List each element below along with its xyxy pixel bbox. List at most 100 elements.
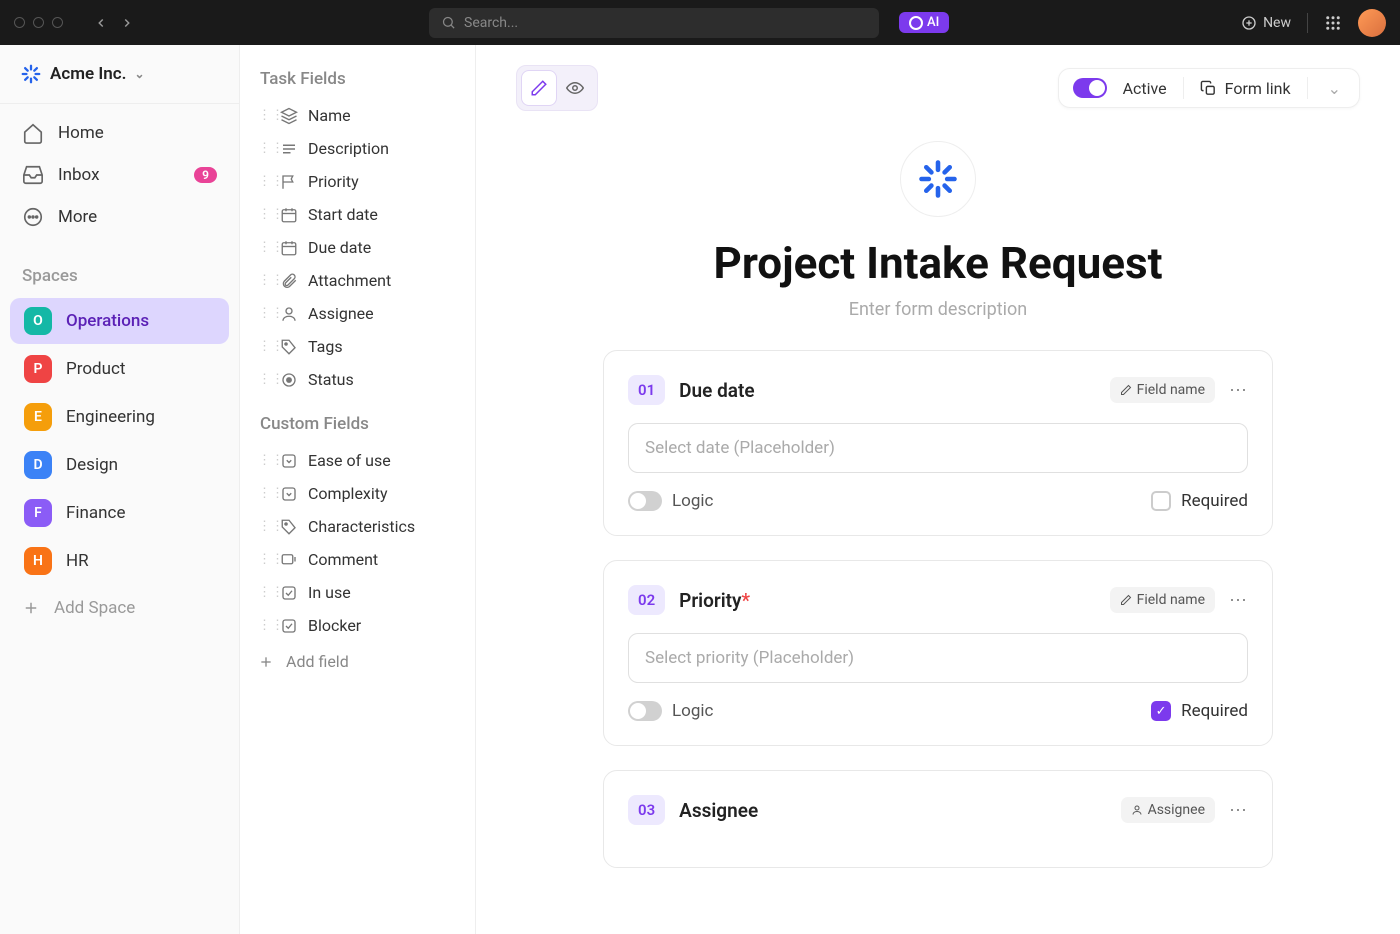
field-item-priority[interactable]: ⋮⋮ Priority [240,165,475,198]
controls-dropdown[interactable]: ⌄ [1324,79,1345,98]
drag-handle-icon[interactable]: ⋮⋮ [258,372,270,387]
form-canvas: Active Form link ⌄ Project Intake Reques… [476,45,1400,934]
drag-handle-icon[interactable]: ⋮⋮ [258,486,270,501]
avatar[interactable] [1358,9,1386,37]
back-button[interactable] [91,13,111,33]
add-field-button[interactable]: Add field [240,642,475,681]
drag-handle-icon[interactable]: ⋮⋮ [258,585,270,600]
sidebar-item-inbox[interactable]: Inbox 9 [10,154,229,196]
form-field-card[interactable]: 01 Due date Field name ⋯ Select date (Pl… [603,350,1273,536]
field-item-description[interactable]: ⋮⋮Description [240,132,475,165]
person-icon [1131,804,1143,816]
drag-handle-icon[interactable]: ⋮⋮ [258,618,270,633]
edit-mode-button[interactable] [521,70,557,106]
field-item-due-date[interactable]: ⋮⋮Due date [240,231,475,264]
sidebar-item-product[interactable]: PProduct [10,346,229,392]
form-link-button[interactable]: Form link [1200,79,1291,98]
add-space-button[interactable]: Add Space [0,586,239,630]
card-title[interactable]: Due date [679,379,754,402]
field-label: Priority [308,172,359,191]
required-label: Required [1181,491,1248,511]
workspace-name: Acme Inc. [50,64,126,84]
drag-handle-icon[interactable]: ⋮⋮ [258,108,270,123]
close-window-icon[interactable] [14,17,25,28]
field-item-tags[interactable]: ⋮⋮Tags [240,330,475,363]
search-placeholder: Search... [464,15,518,31]
field-label: Blocker [308,616,361,635]
sidebar-item-finance[interactable]: FFinance [10,490,229,536]
search-input[interactable]: Search... [429,8,879,38]
drag-handle-icon[interactable]: ⋮⋮ [258,207,270,222]
form-logo[interactable] [900,141,976,217]
drag-handle-icon[interactable]: ⋮⋮ [258,453,270,468]
required-checkbox[interactable] [1151,491,1171,511]
comment-icon [280,551,298,569]
field-name-chip[interactable]: Field name [1110,377,1215,403]
field-name-chip[interactable]: Field name [1110,587,1215,613]
logic-toggle[interactable] [628,491,662,511]
field-item-in-use[interactable]: ⋮⋮In use [240,576,475,609]
layers-icon [280,107,298,125]
field-item-attachment[interactable]: ⋮⋮ Attachment [240,264,475,297]
sidebar-item-design[interactable]: DDesign [10,442,229,488]
field-label: Status [308,370,354,389]
sidebar-item-engineering[interactable]: EEngineering [10,394,229,440]
drag-handle-icon[interactable]: ⋮⋮ [258,240,270,255]
field-item-status[interactable]: ⋮⋮ Status [240,363,475,396]
drag-handle-icon[interactable]: ⋮⋮ [258,306,270,321]
card-more-button[interactable]: ⋯ [1229,590,1248,611]
field-item-characteristics[interactable]: ⋮⋮Characteristics [240,510,475,543]
field-item-comment[interactable]: ⋮⋮Comment [240,543,475,576]
mode-toggle [516,65,598,111]
forward-button[interactable] [117,13,137,33]
card-title[interactable]: Priority* [679,589,750,612]
card-number: 01 [628,375,665,405]
card-more-button[interactable]: ⋯ [1229,800,1248,821]
field-item-blocker[interactable]: ⋮⋮ Blocker [240,609,475,642]
drag-handle-icon[interactable]: ⋮⋮ [258,519,270,534]
logic-toggle[interactable] [628,701,662,721]
field-item-complexity[interactable]: ⋮⋮Complexity [240,477,475,510]
drag-handle-icon[interactable]: ⋮⋮ [258,273,270,288]
ai-button[interactable]: AI [899,12,949,33]
maximize-window-icon[interactable] [52,17,63,28]
sidebar-item-hr[interactable]: HHR [10,538,229,584]
space-label: Finance [66,503,125,523]
sidebar-item-operations[interactable]: OOperations [10,298,229,344]
workspace-selector[interactable]: Acme Inc. ⌄ [0,45,239,104]
calendar-icon [280,206,298,224]
space-label: Operations [66,311,149,331]
form-title[interactable]: Project Intake Request [516,237,1360,289]
field-placeholder-input[interactable]: Select priority (Placeholder) [628,633,1248,683]
field-label: Attachment [308,271,391,290]
card-number: 02 [628,585,665,615]
active-toggle[interactable] [1073,78,1107,98]
card-title[interactable]: Assignee [679,799,758,822]
spaces-heading: Spaces [0,246,239,296]
drag-handle-icon[interactable]: ⋮⋮ [258,339,270,354]
preview-mode-button[interactable] [557,70,593,106]
space-badge: P [24,355,52,383]
flag-icon [280,173,298,191]
drag-handle-icon[interactable]: ⋮⋮ [258,552,270,567]
card-more-button[interactable]: ⋯ [1229,380,1248,401]
field-item-name[interactable]: ⋮⋮Name [240,99,475,132]
form-description[interactable]: Enter form description [516,299,1360,320]
field-name-chip[interactable]: Assignee [1121,797,1215,823]
text-icon [280,140,298,158]
sidebar-item-home[interactable]: Home [10,112,229,154]
field-placeholder-input[interactable]: Select date (Placeholder) [628,423,1248,473]
form-field-card[interactable]: 03 Assignee Assignee ⋯ [603,770,1273,868]
sidebar-item-more[interactable]: More [10,196,229,238]
field-item-start-date[interactable]: ⋮⋮Start date [240,198,475,231]
new-button[interactable]: New [1241,15,1291,31]
field-item-ease-of-use[interactable]: ⋮⋮Ease of use [240,444,475,477]
check-icon [280,584,298,602]
drag-handle-icon[interactable]: ⋮⋮ [258,141,270,156]
required-checkbox[interactable]: ✓ [1151,701,1171,721]
form-field-card[interactable]: 02 Priority* Field name ⋯ Select priorit… [603,560,1273,746]
apps-grid-icon[interactable] [1324,14,1342,32]
minimize-window-icon[interactable] [33,17,44,28]
drag-handle-icon[interactable]: ⋮⋮ [258,174,270,189]
field-item-assignee[interactable]: ⋮⋮Assignee [240,297,475,330]
